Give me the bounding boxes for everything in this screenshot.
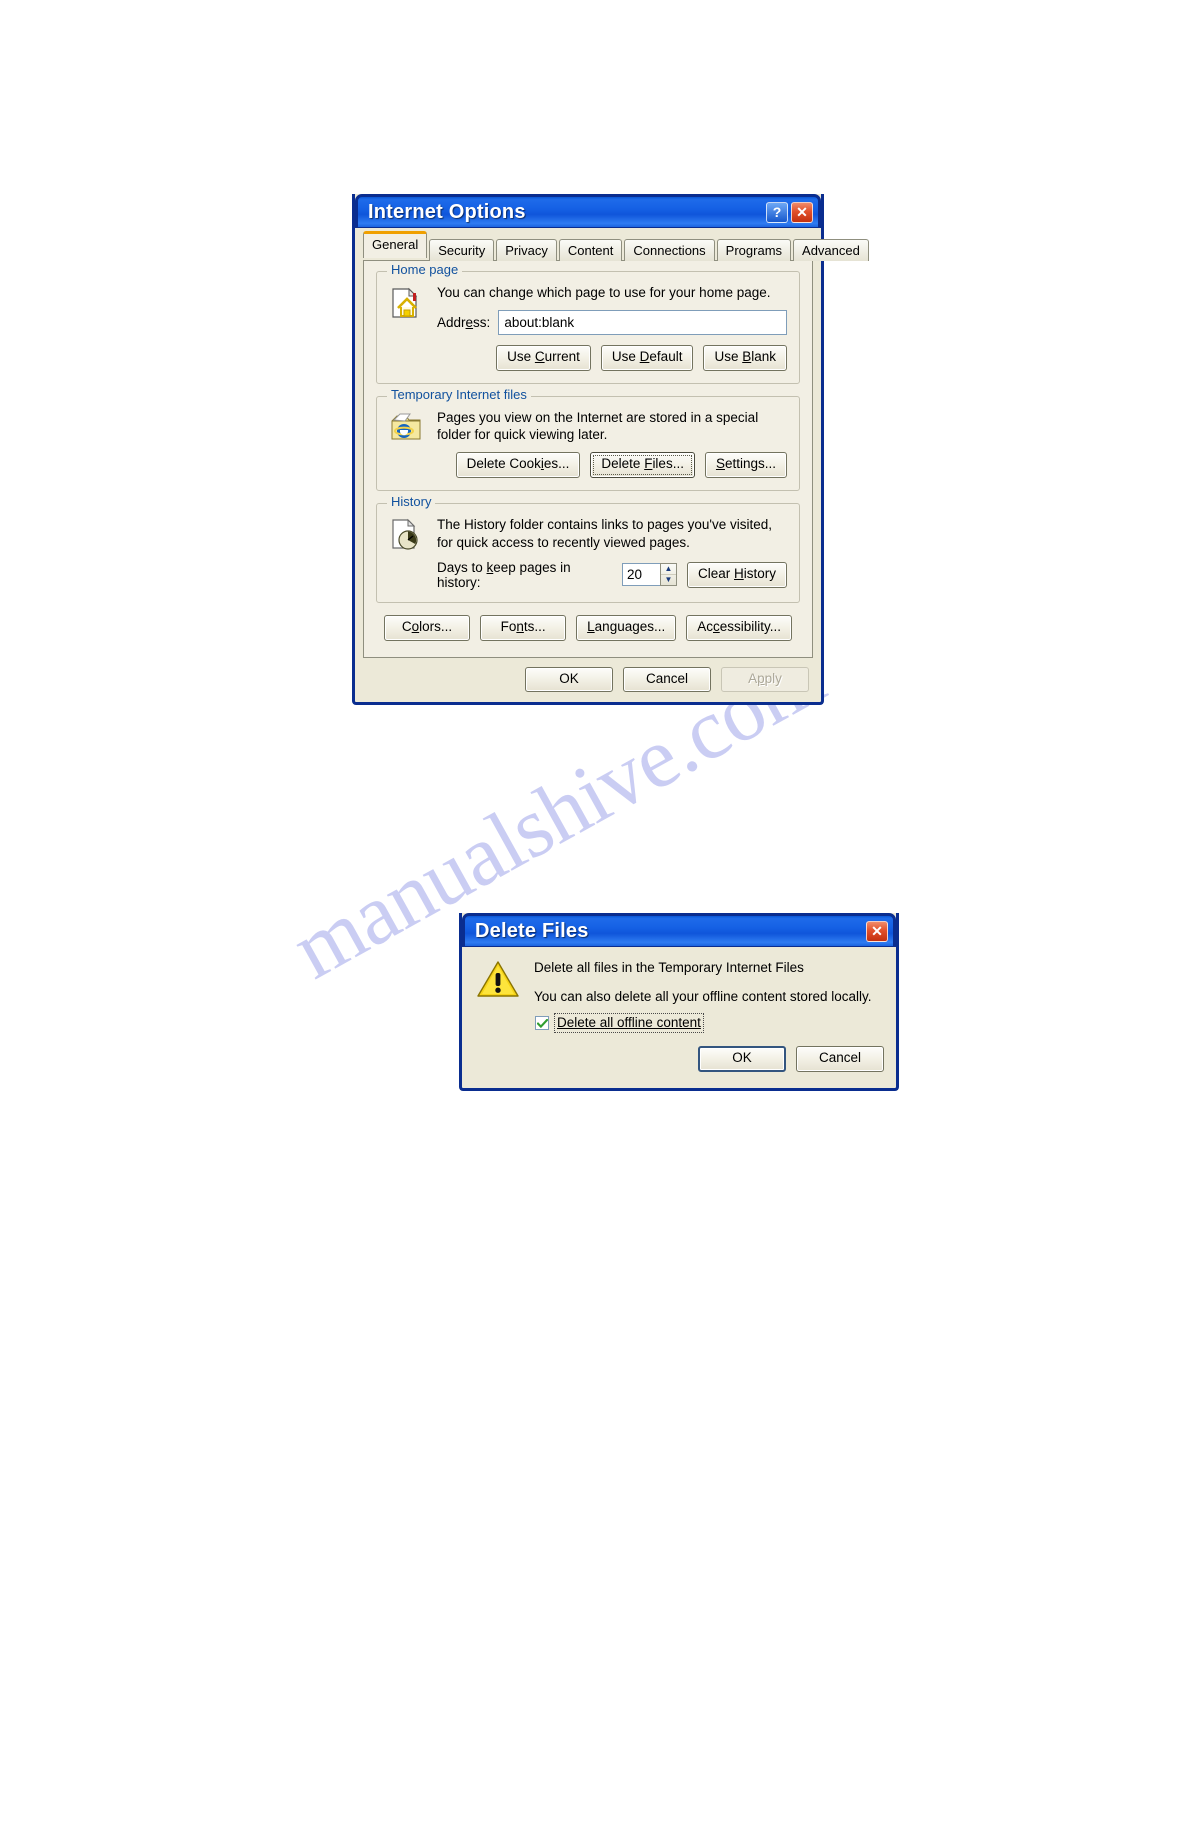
tab-privacy[interactable]: Privacy [496,239,557,261]
delete-cookies-button[interactable]: Delete Cookies... [455,452,581,479]
internet-options-footer: OK Cancel Apply [355,658,821,703]
history-description: The History folder contains links to pag… [437,517,772,550]
stepper-buttons[interactable]: ▲ ▼ [659,563,677,587]
delete-files-body: Delete all files in the Temporary Intern… [462,947,896,1088]
history-clock-icon [389,516,437,555]
ok-button[interactable]: OK [525,666,613,693]
days-to-keep-stepper[interactable]: ▲ ▼ [621,563,677,587]
delete-files-title: Delete Files [475,920,589,942]
accessibility-button[interactable]: Accessibility... [686,614,793,641]
history-group: History The History folder contains link… [376,495,800,603]
tab-connections[interactable]: Connections [624,239,715,261]
history-group-title: History [387,495,436,509]
delete-files-line1: Delete all files in the Temporary Intern… [534,960,804,975]
languages-button[interactable]: Languages... [576,614,677,641]
delete-files-message: Delete all files in the Temporary Intern… [534,959,871,1006]
tabstrip: General Security Privacy Content Connect… [355,228,869,261]
titlebar-button-group: ? ✕ [766,201,813,223]
close-icon[interactable]: ✕ [791,201,813,223]
temporary-internet-files-group: Temporary Internet files Pages you view … [376,387,800,492]
delete-files-titlebar: Delete Files ✕ [462,913,896,947]
general-tab-page: Home page You can change which page to u… [363,260,813,658]
page-title: Internet Options [368,201,526,223]
close-icon[interactable]: ✕ [866,920,888,942]
colors-button[interactable]: Colors... [384,614,471,641]
delete-files-line2: You can also delete all your offline con… [534,989,872,1005]
delete-files-button[interactable]: Delete Files... [590,452,695,479]
tab-general[interactable]: General [363,231,428,258]
stepper-down-icon[interactable]: ▼ [661,575,676,585]
delete-files-footer: OK Cancel [462,1032,896,1082]
delete-all-offline-content-label[interactable]: Delete all offline content [554,1013,704,1033]
stepper-up-icon[interactable]: ▲ [660,564,676,576]
temp-files-folder-icon [389,409,437,448]
delete-all-offline-content-row[interactable]: Delete all offline content [462,1010,896,1033]
temp-files-button-row: Delete Cookies... Delete Files... Settin… [437,452,787,479]
address-label: Address: [437,314,491,330]
delete-files-dialog: Delete Files ✕ Delete all files in the T… [459,913,899,1091]
home-page-button-row: Use Current Use Default Use Blank [437,344,787,371]
temp-files-group-title: Temporary Internet files [387,387,531,401]
tab-programs[interactable]: Programs [716,239,792,261]
home-page-group: Home page You can change which page to u… [376,263,800,384]
use-current-button[interactable]: Use Current [496,344,591,371]
home-page-group-title: Home page [387,263,463,276]
use-default-button[interactable]: Use Default [600,344,694,371]
clear-history-button[interactable]: Clear History [686,561,787,588]
internet-options-dialog: Internet Options ? ✕ General Security Pr… [352,194,869,706]
checkmark-icon [536,1018,548,1028]
use-blank-button[interactable]: Use Blank [703,344,787,371]
fonts-button[interactable]: Fonts... [480,614,567,641]
temp-files-description: Pages you view on the Internet are store… [437,409,759,443]
days-to-keep-label: Days to keep pages in history: [437,559,571,590]
warning-triangle-icon [476,959,520,1004]
apply-button: Apply [721,666,809,693]
help-icon[interactable]: ? [766,201,788,223]
tab-content[interactable]: Content [558,239,623,261]
delete-files-titlebar-buttons: ✕ [866,920,888,942]
tab-advanced[interactable]: Advanced [793,239,869,261]
home-page-icon [389,284,437,325]
settings-button[interactable]: Settings... [704,452,787,479]
general-bottom-button-row: Colors... Fonts... Languages... Accessib… [376,605,800,645]
address-input[interactable] [498,309,787,335]
cancel-button[interactable]: Cancel [623,666,711,693]
delete-files-ok-button[interactable]: OK [698,1045,786,1072]
home-page-description: You can change which page to use for you… [437,285,771,300]
internet-options-titlebar: Internet Options ? ✕ [355,194,821,228]
history-days-row: Days to keep pages in history: ▲ ▼ Clear… [437,560,787,590]
tab-security[interactable]: Security [429,239,495,261]
delete-all-offline-content-checkbox[interactable] [535,1016,549,1031]
days-to-keep-input[interactable] [621,563,660,587]
delete-files-cancel-button[interactable]: Cancel [796,1045,884,1072]
